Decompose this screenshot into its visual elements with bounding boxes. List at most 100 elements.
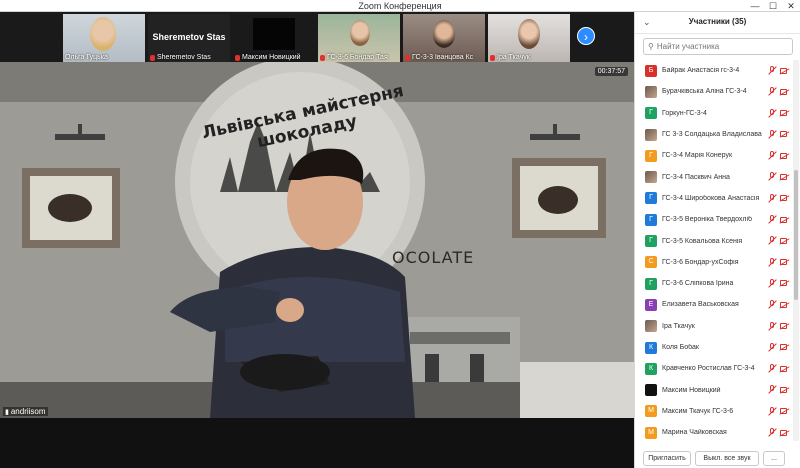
main-video: Львівська майстерня шоколаду OCOLATE 00:… (0, 62, 634, 418)
participant-video (350, 20, 370, 46)
video-thumbnail[interactable]: ГС-3-3 Іванцова Кс (403, 14, 485, 62)
avatar: С (645, 256, 657, 269)
participant-row[interactable]: Бурачківська Аліна ГС-3-4 (635, 81, 793, 102)
meeting-timer: 00:37:57 (594, 67, 628, 76)
avatar (645, 384, 657, 397)
mic-muted-icon (405, 54, 410, 61)
mute-all-button[interactable]: Выкл. все звук (695, 450, 759, 466)
video-off-icon (779, 280, 790, 288)
participant-name: Марина Чайковская (662, 429, 727, 437)
participant-row[interactable]: Г ГС-3-5 Вероніка Твердохліб (635, 209, 793, 230)
avatar: Г (645, 213, 657, 226)
video-off-icon (779, 344, 790, 352)
mic-muted-icon[interactable] (768, 257, 777, 267)
video-thumbnail[interactable]: Sheremetov Stas Sheremetov Stas (148, 14, 230, 62)
thumbnail-label: ГС-3-3 Іванцова Кс (405, 54, 473, 61)
scrollbar[interactable] (793, 60, 799, 441)
mic-muted-icon[interactable] (768, 364, 777, 373)
participant-row[interactable]: Г ГС-3-4 Широбокова Анастасія (635, 188, 793, 209)
participant-row[interactable]: К Кравченко Ростислав ГС-3-4 (635, 358, 793, 379)
title-bar: Zoom Конференция — ☐ ✕ (0, 0, 800, 12)
participant-video (518, 19, 540, 49)
thumbnail-label: Іра Ткачук (490, 54, 530, 61)
participant-status (768, 316, 790, 337)
mic-muted-icon[interactable] (768, 193, 777, 203)
video-off-icon (779, 67, 790, 75)
participant-video (90, 17, 116, 51)
mic-muted-icon[interactable] (768, 278, 777, 288)
participant-name: Байрак Анастасія гс-3-4 (662, 67, 740, 75)
participant-row[interactable]: Г ГС-3-4 Марія Конерук (635, 145, 793, 166)
participant-name: Максим Ткачук ГС-3-6 (662, 407, 734, 415)
participant-status (768, 422, 790, 441)
mic-muted-icon[interactable] (768, 236, 777, 246)
mic-muted-icon[interactable] (768, 108, 777, 118)
video-off-icon (779, 88, 790, 96)
mic-muted-icon[interactable] (768, 406, 777, 416)
avatar: Г (645, 277, 657, 290)
video-off-icon (779, 386, 790, 394)
participant-row[interactable]: К Коля Бобак (635, 337, 793, 358)
participant-status (768, 124, 790, 145)
thumbnail-label: Sheremetov Stas (150, 54, 211, 61)
signal-icon: ▮ (5, 408, 9, 416)
participant-row[interactable]: Г Горкун-ГС-3-4 (635, 103, 793, 124)
participant-row[interactable]: С ГС-3-6 Бондар-ухСофія (635, 252, 793, 273)
avatar: Г (645, 192, 657, 205)
mic-muted-icon[interactable] (768, 66, 777, 75)
avatar: Г (645, 149, 657, 162)
invite-button[interactable]: Пригласить (643, 450, 691, 466)
video-off-icon (779, 301, 790, 309)
participant-status (768, 294, 790, 315)
search-input[interactable] (656, 42, 782, 51)
video-thumbnail[interactable]: Ольга Гуцька (63, 14, 145, 62)
participant-row[interactable]: Максим Новицкий (635, 379, 793, 400)
video-thumbnail[interactable]: ГС-3-6 Бондар Тая (318, 14, 400, 62)
participant-row[interactable]: Е Елизавета Васьковская (635, 294, 793, 315)
participant-row[interactable]: М Марина Чайковская (635, 422, 793, 441)
mic-muted-icon[interactable] (768, 342, 777, 352)
arrow-right-icon[interactable]: › (577, 27, 595, 45)
window-title: Zoom Конференция (358, 1, 442, 11)
video-thumbnail[interactable]: Іра Ткачук (488, 14, 570, 62)
participant-name: Горкун-ГС-3-4 (662, 109, 707, 117)
avatar (645, 171, 657, 184)
mic-muted-icon[interactable] (768, 172, 777, 182)
mic-muted-icon[interactable] (768, 385, 777, 395)
participant-status (768, 358, 790, 379)
mic-muted-icon[interactable] (768, 215, 777, 224)
participant-row[interactable]: М Максим Ткачук ГС-3-6 (635, 401, 793, 422)
participant-row[interactable]: Г ГС-3-5 Ковальова Ксенія (635, 230, 793, 251)
mic-muted-icon[interactable] (768, 129, 777, 139)
mic-muted-icon[interactable] (768, 300, 777, 310)
video-off-icon (779, 110, 790, 117)
search-box[interactable]: ⚲ (643, 38, 793, 55)
mic-muted-icon[interactable] (768, 87, 777, 97)
search-icon: ⚲ (648, 42, 654, 51)
participant-status (768, 401, 790, 422)
avatar (645, 128, 657, 141)
participant-row[interactable]: Б Байрак Анастасія гс-3-4 (635, 60, 793, 81)
participant-row[interactable]: Іра Ткачук (635, 316, 793, 337)
participant-status (768, 166, 790, 187)
speaker-label: ▮ andriisom (3, 407, 48, 416)
maximize-button[interactable]: ☐ (764, 0, 782, 12)
participant-row[interactable]: ГС-3-4 Пасквич Анна (635, 166, 793, 187)
participant-name: Кравченко Ростислав ГС-3-4 (662, 365, 755, 373)
minimize-button[interactable]: — (746, 0, 764, 12)
mic-muted-icon[interactable] (768, 321, 777, 331)
scroll-thumb[interactable] (794, 170, 798, 300)
avatar (645, 320, 657, 333)
mic-muted-icon[interactable] (768, 428, 777, 437)
more-button[interactable]: ... (763, 450, 785, 466)
participant-row[interactable]: Г ГС-3-6 Сліпкова Ірина (635, 273, 793, 294)
avatar: Г (645, 107, 657, 120)
video-thumbnail[interactable]: Максим Новицкий (233, 14, 315, 62)
participant-name: Бурачківська Аліна ГС-3-4 (662, 88, 747, 96)
mic-muted-icon[interactable] (768, 151, 777, 160)
participant-status (768, 81, 790, 102)
avatar: Е (645, 298, 657, 311)
avatar (645, 85, 657, 98)
participant-row[interactable]: ГС 3-3 Солдацька Владислава (635, 124, 793, 145)
close-button[interactable]: ✕ (782, 0, 800, 12)
